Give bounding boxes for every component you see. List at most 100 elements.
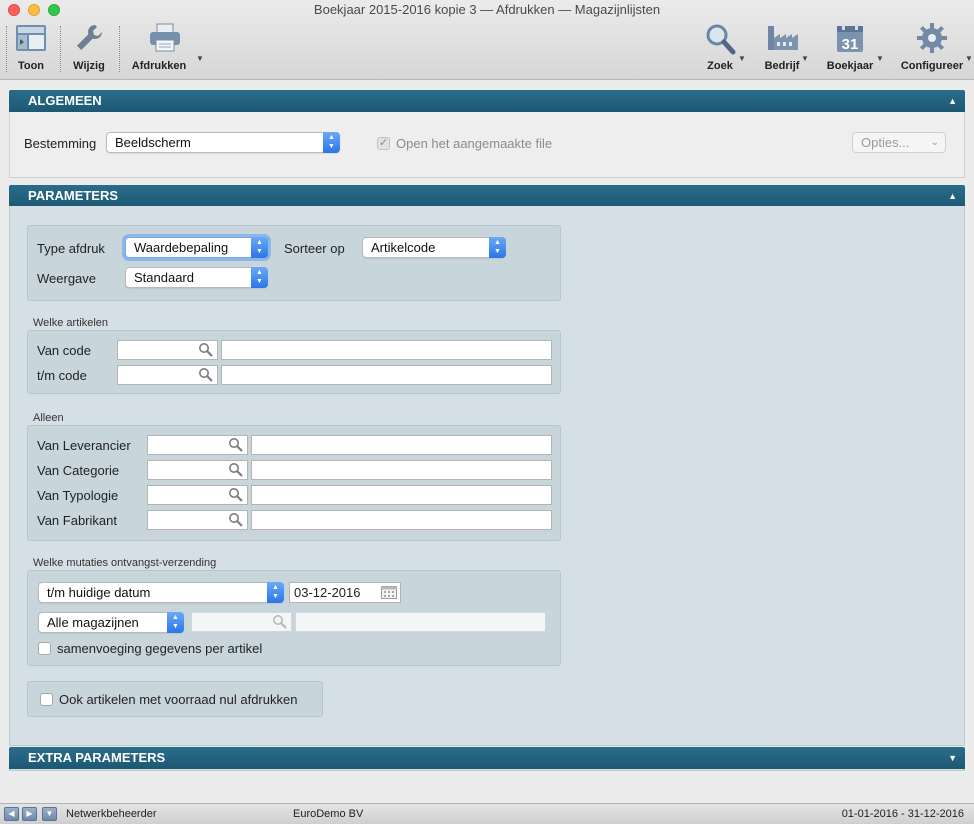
expand-down-icon[interactable]: ▼ (948, 747, 957, 769)
toolbar-separator (6, 26, 7, 72)
alleen-group: Van Leverancier Van Categorie Van Typolo… (27, 425, 561, 541)
voorraad-nul-checkbox[interactable] (40, 693, 53, 706)
voorraad-nul-label: Ook artikelen met voorraad nul afdrukken (59, 692, 298, 707)
toon-button[interactable]: Toon (10, 20, 52, 76)
welke-artikelen-group: Van code t/m code (27, 330, 561, 394)
van-fabrikant-input[interactable] (147, 510, 248, 530)
calendar-icon[interactable] (381, 586, 397, 599)
van-code-description-field[interactable] (221, 340, 552, 360)
boekjaar-button[interactable]: 31 Boekjaar (826, 20, 874, 76)
chevron-down-icon: ⌄ (930, 137, 939, 148)
van-code-label: Van code (37, 343, 91, 358)
weergave-select[interactable]: Standaard ▲ ▼ (125, 267, 268, 288)
type-afdruk-group: Type afdruk Waardebepaling ▲ ▼ Sorteer op… (27, 225, 561, 301)
lookup-magnifier-icon[interactable] (228, 462, 244, 478)
printer-icon (150, 23, 180, 52)
type-afdruk-select[interactable]: Waardebepaling ▲ ▼ (125, 237, 268, 258)
samenvoeging-label: samenvoeging gegevens per artikel (57, 641, 263, 656)
afdrukken-dropdown-arrow[interactable]: ▼ (196, 54, 204, 63)
lookup-magnifier-icon (273, 615, 287, 629)
van-fabrikant-description-field[interactable] (251, 510, 552, 530)
previous-record-icon[interactable]: ◀ (4, 807, 19, 821)
mutaties-period-select[interactable]: t/m huidige datum ▲ ▼ (38, 582, 284, 603)
collapse-up-icon[interactable]: ▲ (948, 185, 957, 207)
sorteer-op-label: Sorteer op (284, 241, 345, 256)
van-code-input[interactable] (117, 340, 218, 360)
voorraad-nul-group: Ook artikelen met voorraad nul afdrukken (27, 681, 323, 717)
welke-artikelen-title: Welke artikelen (33, 317, 108, 329)
next-record-icon[interactable]: ▶ (22, 807, 37, 821)
tm-code-input[interactable] (117, 365, 218, 385)
parameters-section-header[interactable]: PARAMETERS ▲ (9, 185, 965, 207)
samenvoeging-checkbox[interactable] (38, 642, 51, 655)
type-afdruk-label: Type afdruk (37, 241, 105, 256)
tm-code-label: t/m code (37, 368, 87, 383)
algemeen-panel: Bestemming Beeldscherm ▲▼ Open het aange… (9, 112, 965, 178)
van-leverancier-input[interactable] (147, 435, 248, 455)
van-leverancier-description-field[interactable] (251, 435, 552, 455)
select-stepper-icon: ▲ ▼ (323, 132, 340, 153)
alleen-title: Alleen (33, 412, 64, 424)
extra-parameters-section-header[interactable]: EXTRA PARAMETERS ▼ (9, 747, 965, 769)
main-content: ALGEMEEN ▲ Bestemming Beeldscherm ▲▼ Ope… (0, 81, 974, 803)
bestemming-label: Bestemming (24, 136, 97, 151)
lookup-magnifier-icon[interactable] (228, 437, 244, 453)
record-menu-icon[interactable]: ▼ (42, 807, 57, 821)
mutaties-date-field[interactable]: 03-12-2016 (289, 582, 401, 603)
sorteer-op-select[interactable]: Artikelcode ▲ ▼ (362, 237, 506, 258)
factory-icon (768, 26, 798, 50)
gear-icon (917, 23, 947, 53)
bestemming-select[interactable]: Beeldscherm ▲ ▼ (106, 132, 340, 153)
van-categorie-description-field[interactable] (251, 460, 552, 480)
open-file-label: Open het aangemaakte file (396, 136, 553, 151)
window-title: Boekjaar 2015-2016 kopie 3 — Afdrukken —… (313, 2, 661, 17)
extra-parameters-panel-edge (9, 769, 965, 771)
magazijnen-select[interactable]: Alle magazijnen ▲ ▼ (38, 612, 184, 633)
status-user: Netwerkbeheerder (66, 808, 157, 820)
van-categorie-label: Van Categorie (37, 463, 120, 478)
window-titlebar: Boekjaar 2015-2016 kopie 3 — Afdrukken —… (0, 0, 974, 80)
select-stepper-icon: ▲ ▼ (489, 237, 506, 258)
open-file-checkbox[interactable] (377, 136, 390, 150)
select-stepper-icon: ▲ ▼ (251, 237, 268, 258)
toolbar-separator (60, 26, 61, 72)
lookup-magnifier-icon[interactable] (228, 512, 244, 528)
van-fabrikant-label: Van Fabrikant (37, 513, 117, 528)
calendar-day-text: 31 (842, 36, 859, 53)
lookup-magnifier-icon[interactable] (198, 367, 214, 383)
van-typologie-description-field[interactable] (251, 485, 552, 505)
lookup-magnifier-icon[interactable] (198, 342, 214, 358)
view-layout-icon (16, 25, 46, 51)
status-period: 01-01-2016 - 31-12-2016 (841, 808, 964, 820)
van-typologie-input[interactable] (147, 485, 248, 505)
magnifier-icon (706, 24, 736, 55)
weergave-label: Weergave (37, 271, 97, 286)
mutaties-group: t/m huidige datum ▲ ▼ 03-12-2016 Alle mag… (27, 570, 561, 666)
configureer-button[interactable]: Configureer (900, 20, 964, 76)
boekjaar-dropdown-arrow[interactable]: ▼ (876, 54, 884, 63)
select-stepper-icon: ▲ ▼ (267, 582, 284, 603)
collapse-up-icon[interactable]: ▲ (948, 90, 957, 112)
select-stepper-icon: ▲ ▼ (167, 612, 184, 633)
opties-button[interactable]: Opties... ⌄ (852, 132, 946, 153)
afdrukken-button[interactable]: Afdrukken (132, 20, 198, 76)
mutaties-title: Welke mutaties ontvangst-verzending (33, 557, 217, 569)
bedrijf-dropdown-arrow[interactable]: ▼ (801, 54, 809, 63)
zoek-dropdown-arrow[interactable]: ▼ (738, 54, 746, 63)
van-typologie-label: Van Typologie (37, 488, 119, 503)
select-stepper-icon: ▲ ▼ (251, 267, 268, 288)
lookup-magnifier-icon[interactable] (228, 487, 244, 503)
bedrijf-button[interactable]: Bedrijf (760, 20, 804, 76)
status-bar: ◀ ▶ ▼ Netwerkbeheerder EuroDemo BV 01-01… (0, 803, 974, 824)
tm-code-description-field[interactable] (221, 365, 552, 385)
parameters-panel: Type afdruk Waardebepaling ▲ ▼ Sorteer op… (9, 206, 965, 746)
van-leverancier-label: Van Leverancier (37, 438, 131, 453)
configureer-dropdown-arrow[interactable]: ▼ (965, 54, 973, 63)
wijzig-button[interactable]: Wijzig (66, 20, 112, 76)
toolbar-separator (119, 26, 120, 72)
status-company: EuroDemo BV (293, 808, 364, 820)
algemeen-section-header[interactable]: ALGEMEEN ▲ (9, 90, 965, 112)
van-categorie-input[interactable] (147, 460, 248, 480)
wrench-icon (77, 25, 102, 50)
zoek-button[interactable]: Zoek (700, 20, 740, 76)
